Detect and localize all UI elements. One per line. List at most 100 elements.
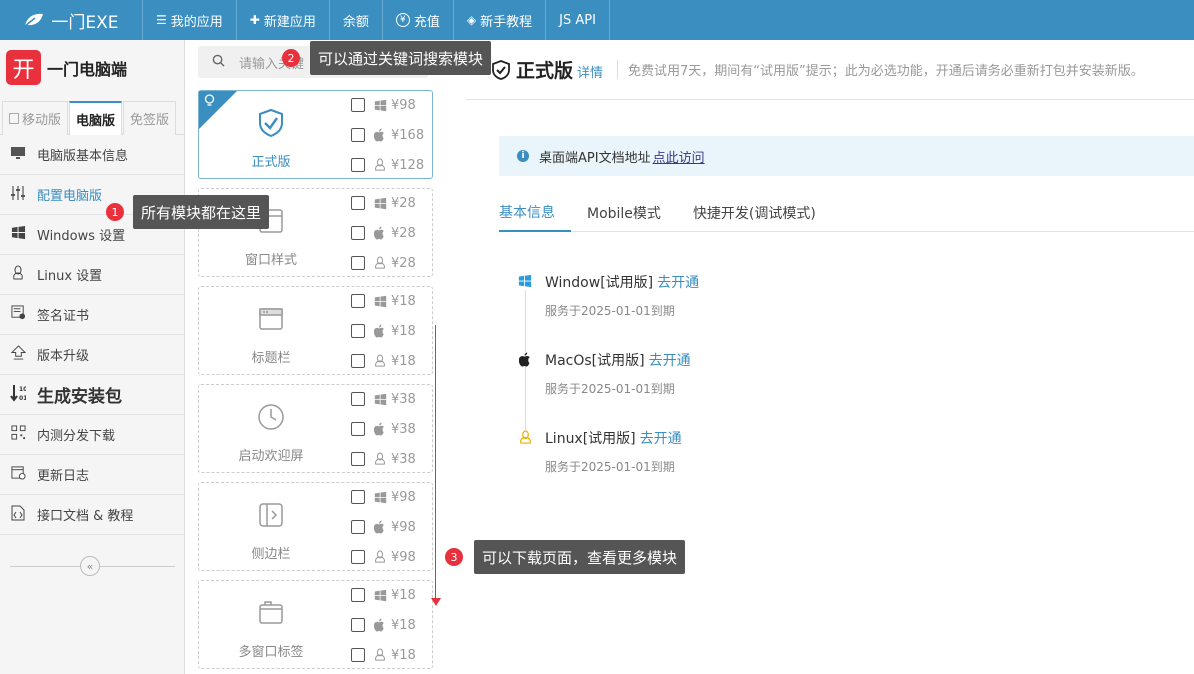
module-card[interactable]: 启动欢迎屏 ¥38 ¥38 ¥38 [198,384,433,473]
detail-link[interactable]: 详情 [577,62,603,81]
sidebar-item-changelog[interactable]: 更新日志 [0,455,184,495]
platform-checkbox[interactable] [351,392,365,406]
platform-checkbox[interactable] [351,226,365,240]
apple-icon [374,520,390,534]
timeline-line [525,290,526,445]
menu-label: 电脑版基本信息 [37,149,129,164]
module-panel: 请输入关键 正式版 ¥98 ¥168 ¥128 窗口样式 ¥28 ¥28 ¥28 标题栏 ¥18 ¥… [186,40,451,674]
sidebar-item-api-docs[interactable]: 接口文档 & 教程 [0,495,184,535]
price-row: ¥18 [351,585,416,605]
platform-checkbox[interactable] [351,196,365,210]
sort-icon: 10 01 [9,384,27,406]
platform-checkbox[interactable] [351,128,365,142]
nav-label: 新手教程 [480,14,533,30]
nav-new-app[interactable]: ✚ 新建应用 [237,0,330,40]
module-name: 窗口样式 [244,253,297,268]
tab-desktop[interactable]: 电脑版 [69,101,123,135]
price-label: ¥98 [391,489,416,505]
menu-label: 版本升级 [37,349,90,364]
platform-checkbox[interactable] [351,618,365,632]
sidebar-item-basic-info[interactable]: 电脑版基本信息 [0,135,184,175]
menu-label: 生成安装包 [37,387,122,407]
price-label: ¥28 [391,225,416,241]
windows-icon [374,99,390,112]
price-row: ¥18 [351,615,416,635]
module-card[interactable]: 标题栏 ¥18 ¥18 ¥18 [198,286,433,375]
app-name: 一门电脑端 [47,59,128,79]
apple-icon [374,324,390,338]
price-label: ¥38 [391,421,416,437]
tab-mobile-mode[interactable]: Mobile模式 [571,194,677,232]
sidebar-item-upgrade[interactable]: 版本升级 [0,335,184,375]
nav-recharge[interactable]: ¥ 充值 [383,0,454,40]
apple-icon [374,618,390,632]
app-header: 开 一门电脑端 [0,40,184,95]
module-card[interactable]: 多窗口标签 ¥18 ¥18 ¥18 [198,580,433,669]
platform-checkbox[interactable] [351,452,365,466]
tab-basic-info[interactable]: 基本信息 [499,194,571,232]
price-label: ¥168 [391,127,425,143]
platform-checkbox[interactable] [351,354,365,368]
platform-checkbox[interactable] [351,158,365,172]
module-name: 侧边栏 [251,547,291,562]
phone-icon [9,113,19,124]
platform-checkbox[interactable] [351,324,365,338]
nav-js-api[interactable]: JS API [546,0,610,40]
platform-checkbox[interactable] [351,520,365,534]
upgrade-icon [9,345,27,364]
activate-link[interactable]: 去开通 [649,353,691,369]
platform-checkbox[interactable] [351,648,365,662]
tip-3: 可以下载页面，查看更多模块 [474,540,686,574]
module-card[interactable]: 正式版 ¥98 ¥168 ¥128 [198,90,433,179]
module-card[interactable]: 侧边栏 ¥98 ¥98 ¥98 [198,482,433,571]
tab-mobile[interactable]: 移动版 [2,101,69,135]
notice-text: 桌面端API文档地址 [539,150,651,166]
tabs-icon [255,597,287,629]
platform-checkbox[interactable] [351,98,365,112]
nav-balance[interactable]: 余额 [330,0,383,40]
linux-icon [518,429,532,444]
collapse-sidebar-icon[interactable]: « [80,556,100,576]
menu-label: 更新日志 [37,469,90,484]
platform-checkbox[interactable] [351,490,365,504]
platform-checkbox[interactable] [351,422,365,436]
notice-link[interactable]: 点此访问 [653,147,705,166]
price-label: ¥18 [391,353,416,369]
menu-label: 配置电脑版 [37,189,103,204]
tab-quick-dev[interactable]: 快捷开发(调试模式) [677,194,832,232]
module-name: 启动欢迎屏 [238,449,304,464]
platform-checkbox[interactable] [351,256,365,270]
top-navbar: 一门EXE ☰ 我的应用 ✚ 新建应用 余额 ¥ 充值 ◈ 新手教程 JS API [0,0,1194,40]
sidebar-item-linux[interactable]: Linux 设置 [0,255,184,295]
platform-name: Window[试用版] [545,275,654,291]
platform-checkbox[interactable] [351,294,365,308]
platform-checkbox[interactable] [351,588,365,602]
sidebar: 开 一门电脑端 移动版 电脑版 免签版 电脑版基本信息 配置电脑版 Window… [0,40,185,674]
brand-logo[interactable]: 一门EXE [0,0,143,40]
calendar-icon [9,465,27,484]
svg-text:01: 01 [19,395,26,402]
platform-name: Linux[试用版] [545,431,636,447]
activate-link[interactable]: 去开通 [640,431,682,447]
tab-label: 免签版 [130,113,170,128]
windows-icon [9,225,27,244]
activate-link[interactable]: 去开通 [657,275,699,291]
sidebar-item-certificate[interactable]: 签名证书 [0,295,184,335]
tab-nosign[interactable]: 免签版 [123,101,177,135]
price-row: ¥128 [351,155,424,175]
sidebar-item-beta-download[interactable]: 内测分发下载 [0,415,184,455]
yen-circle-icon: ¥ [395,13,410,27]
nav-tutorial[interactable]: ◈ 新手教程 [454,0,547,40]
edition-header: 正式版 详情 免费试用7天，期间有“试用版”提示；此为必选功能，开通后请务必重新… [466,40,1194,100]
price-row: ¥38 [351,419,416,439]
nav-my-apps[interactable]: ☰ 我的应用 [143,0,237,40]
price-row: ¥98 [351,547,416,567]
menu-label: 接口文档 & 教程 [37,509,134,524]
sidebar-item-build-package[interactable]: 10 01 生成安装包 [0,375,184,415]
price-row: ¥28 [351,253,416,273]
price-label: ¥128 [391,157,425,173]
linux-icon [374,256,390,270]
price-row: ¥38 [351,389,416,409]
price-row: ¥28 [351,223,416,243]
platform-checkbox[interactable] [351,550,365,564]
